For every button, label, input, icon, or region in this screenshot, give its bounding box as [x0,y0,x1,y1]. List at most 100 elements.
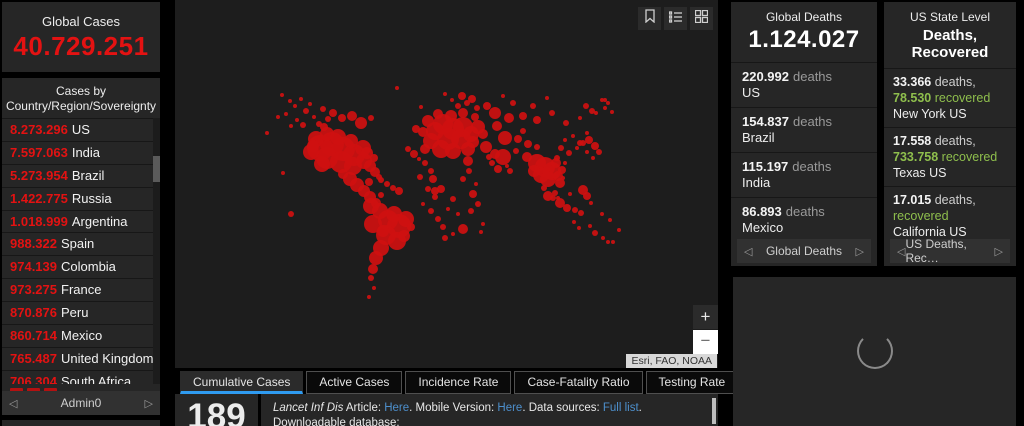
case-dot[interactable] [443,92,447,96]
case-dot[interactable] [483,102,491,110]
case-dot[interactable] [458,92,466,100]
case-dot[interactable] [289,124,293,128]
case-dot[interactable] [395,187,403,195]
case-dot[interactable] [428,208,434,214]
tab-incidence-rate[interactable]: Incidence Rate [405,371,512,394]
case-dot[interactable] [299,97,303,101]
case-dot[interactable] [563,120,569,126]
cases-list-item[interactable]: 974.139 Colombia [2,255,160,278]
info-link[interactable]: Here [497,402,522,414]
case-dot[interactable] [608,218,612,222]
case-dot[interactable] [601,236,605,240]
case-dot[interactable] [563,161,567,165]
case-dot[interactable] [435,216,441,222]
case-dot[interactable] [566,150,572,156]
case-dot[interactable] [541,185,547,191]
case-dot[interactable] [571,134,575,138]
case-dot[interactable] [591,156,595,160]
case-dot[interactable] [528,165,540,177]
pager-next-icon[interactable]: ▷ [995,245,1003,258]
case-dot[interactable] [606,240,610,244]
case-dot[interactable] [458,224,468,234]
case-dot[interactable] [568,192,572,196]
case-dot[interactable] [514,135,522,143]
case-dot[interactable] [368,115,374,121]
case-dot[interactable] [578,210,584,216]
case-dot[interactable] [545,96,549,100]
case-dot[interactable] [577,140,583,146]
scrollbar-thumb[interactable] [153,156,160,182]
case-dot[interactable] [596,149,602,155]
case-dot[interactable] [369,251,383,265]
case-dot[interactable] [367,295,371,299]
case-dot[interactable] [280,93,284,97]
case-dot[interactable] [320,106,326,112]
case-dot[interactable] [510,100,516,106]
case-dot[interactable] [440,224,446,230]
case-dot[interactable] [365,178,373,186]
case-dot[interactable] [513,148,519,154]
case-dot[interactable] [575,146,579,150]
tab-cumulative-cases[interactable]: Cumulative Cases [180,371,304,394]
case-dot[interactable] [407,223,415,231]
case-dot[interactable] [288,99,292,103]
case-dot[interactable] [481,222,485,226]
case-dot[interactable] [519,112,527,120]
case-dot[interactable] [467,136,479,148]
cases-list-item[interactable]: 973.275 France [2,278,160,301]
cases-list-scrollbar[interactable] [153,118,160,384]
case-dot[interactable] [293,104,297,108]
case-dot[interactable] [554,155,560,161]
cases-list-item[interactable]: 870.876 Peru [2,301,160,324]
case-dot[interactable] [507,168,513,174]
case-dot[interactable] [446,207,450,211]
case-dot[interactable] [494,165,502,173]
case-dot[interactable] [420,144,430,154]
case-dot[interactable] [445,110,457,122]
case-dot[interactable] [563,204,571,212]
case-dot[interactable] [552,190,558,196]
case-dot[interactable] [355,117,367,129]
tab-case-fatality-ratio[interactable]: Case-Fatality Ratio [514,371,643,394]
case-dot[interactable] [445,143,461,159]
cases-list-item[interactable]: 988.322 Spain [2,232,160,255]
case-dot[interactable] [468,208,474,214]
case-dot[interactable] [572,220,576,224]
case-dot[interactable] [308,102,312,106]
case-dot[interactable] [458,108,468,118]
case-dot[interactable] [425,186,431,192]
deaths-list-item[interactable]: 86.893 deaths Mexico [731,197,877,239]
case-dot[interactable] [492,121,502,131]
case-dot[interactable] [592,230,598,236]
deaths-list-item[interactable]: 154.837 deaths Brazil [731,107,877,152]
cases-list-item[interactable]: 1.018.999 Argentina [2,209,160,233]
case-dot[interactable] [429,175,437,183]
case-dot[interactable] [522,152,532,162]
case-dot[interactable] [370,154,378,162]
case-dot[interactable] [329,109,337,117]
case-dot[interactable] [320,123,328,131]
case-dot[interactable] [330,129,346,145]
info-link[interactable]: Full list [603,402,639,414]
case-dot[interactable] [281,171,285,175]
case-dot[interactable] [520,128,526,134]
case-dot[interactable] [561,176,565,180]
case-dot[interactable] [489,160,495,166]
case-dot[interactable] [603,98,607,102]
case-dot[interactable] [501,94,505,98]
cases-list-item[interactable]: 1.422.775 Russia [2,186,160,210]
case-dot[interactable] [474,182,478,186]
case-dot[interactable] [395,86,399,90]
case-dot[interactable] [552,173,558,179]
case-dot[interactable] [617,228,621,232]
case-dot[interactable] [611,240,615,244]
case-dot[interactable] [368,275,374,281]
case-dot[interactable] [589,108,595,114]
case-dot[interactable] [585,131,589,135]
state-list-item[interactable]: 17.015 deaths, recovered California US [884,186,1016,239]
case-dot[interactable] [572,207,578,213]
zoom-in-button[interactable]: + [693,305,718,329]
case-dot[interactable] [417,157,421,161]
case-dot[interactable] [600,212,604,216]
case-dot[interactable] [474,105,480,111]
